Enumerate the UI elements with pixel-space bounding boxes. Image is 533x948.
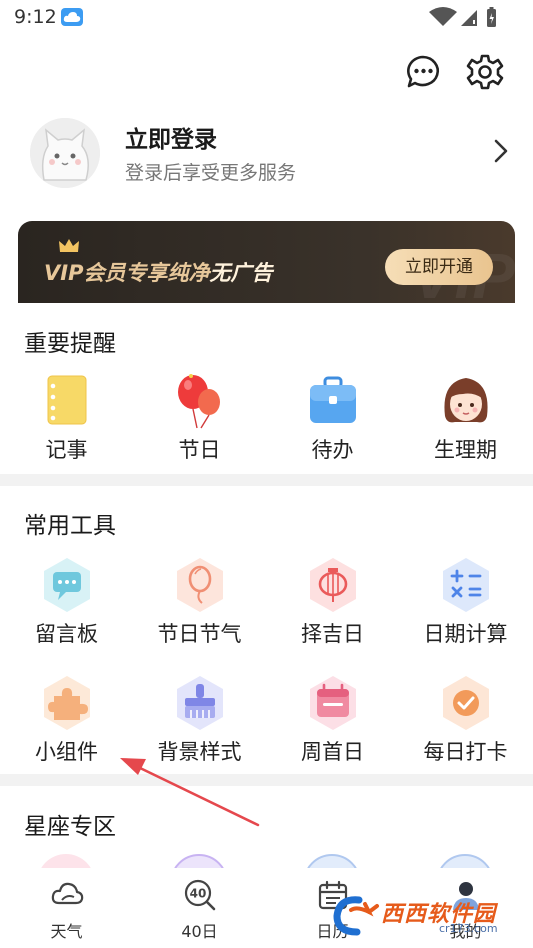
grid-label: 待办 [311, 438, 354, 462]
grid-item-daily-checkin[interactable]: 每日打卡 [399, 674, 532, 784]
vip-promo-plain: 无广告 [209, 261, 273, 285]
svg-text:40: 40 [190, 887, 207, 901]
tab-label: 天气 [50, 922, 83, 941]
calendar-icon [310, 676, 356, 730]
section-title-horoscope: 星座专区 [24, 814, 116, 840]
site-watermark: 西西软件园 cr173.com [329, 890, 529, 940]
grid-item-todo[interactable]: 待办 [266, 372, 399, 482]
grid-label: 择吉日 [301, 622, 364, 646]
cloud-icon [51, 882, 84, 905]
section-title-reminders: 重要提醒 [24, 331, 116, 357]
signal-icon [461, 10, 477, 26]
checkmark-icon [443, 676, 489, 730]
section-title-tools: 常用工具 [24, 513, 116, 539]
grid-label: 每日打卡 [423, 740, 508, 764]
status-time: 9:12 [14, 6, 57, 28]
login-subtitle: 登录后享受更多服务 [125, 162, 297, 184]
balloons-icon [178, 374, 220, 429]
tools-grid-row-1: 留言板 节日节气 择吉日 日期计算 [0, 556, 533, 666]
login-profile-row[interactable]: 立即登录 登录后享受更多服务 [0, 110, 533, 200]
brush-icon [177, 676, 223, 730]
calculator-icon [443, 558, 489, 612]
avatar[interactable] [30, 118, 100, 188]
puzzle-icon [44, 676, 90, 730]
balloon-icon [177, 558, 223, 612]
grid-item-solar-terms[interactable]: 节日节气 [133, 556, 266, 666]
gear-icon [466, 54, 504, 90]
chat-bubble-icon [407, 55, 439, 88]
briefcase-icon [310, 376, 356, 423]
section-divider [0, 474, 533, 486]
header-actions [395, 52, 515, 96]
reminders-grid: 记事 节日 待办 生理期 [0, 372, 533, 482]
grid-label: 留言板 [35, 622, 98, 646]
grid-label: 节日 [178, 438, 221, 462]
vip-promo-text: VIP会员专享纯净无广告 [44, 257, 272, 287]
grid-label: 生理期 [434, 438, 497, 462]
crown-icon [59, 239, 79, 252]
status-icons [423, 6, 503, 30]
cat-avatar-icon [30, 118, 100, 188]
message-button[interactable] [403, 52, 443, 92]
grid-item-period[interactable]: 生理期 [399, 372, 532, 482]
message-board-icon [44, 558, 90, 612]
grid-item-festival[interactable]: 节日 [133, 372, 266, 482]
tab-40-day[interactable]: 40 40日 [133, 868, 266, 948]
vip-promo-highlight: VIP会员专享纯净 [44, 261, 210, 285]
weather-app-notification-icon [61, 8, 83, 26]
chevron-right-icon [494, 139, 508, 163]
grid-label: 日期计算 [423, 622, 508, 646]
vip-banner[interactable]: VIP VIP会员专享纯净无广告 立即开通 [18, 221, 515, 303]
grid-label: 节日节气 [157, 622, 242, 646]
annotation-arrow-icon [120, 758, 260, 827]
login-title[interactable]: 立即登录 [125, 120, 217, 154]
grid-item-week-start[interactable]: 周首日 [266, 674, 399, 784]
site-watermark-logo-icon [333, 896, 379, 936]
wifi-icon [429, 7, 457, 26]
grid-item-notes[interactable]: 记事 [0, 372, 133, 482]
forty-day-search-icon: 40 [184, 879, 216, 911]
grid-item-message-board[interactable]: 留言板 [0, 556, 133, 666]
lantern-icon [310, 558, 356, 612]
grid-item-auspicious-day[interactable]: 择吉日 [266, 556, 399, 666]
settings-button[interactable] [465, 52, 505, 92]
battery-icon [487, 7, 496, 27]
horoscope-icons-peek [0, 848, 533, 870]
girl-face-icon [444, 378, 488, 423]
vip-open-button[interactable]: 立即开通 [385, 249, 493, 285]
grid-label: 记事 [45, 438, 88, 462]
notebook-icon [47, 375, 87, 425]
tab-label: 40日 [181, 922, 218, 941]
grid-item-date-calc[interactable]: 日期计算 [399, 556, 532, 666]
grid-label: 周首日 [301, 740, 364, 764]
status-bar: 9:12 [0, 0, 533, 38]
tab-weather[interactable]: 天气 [0, 868, 133, 948]
site-watermark-url: cr173.com [439, 922, 498, 935]
